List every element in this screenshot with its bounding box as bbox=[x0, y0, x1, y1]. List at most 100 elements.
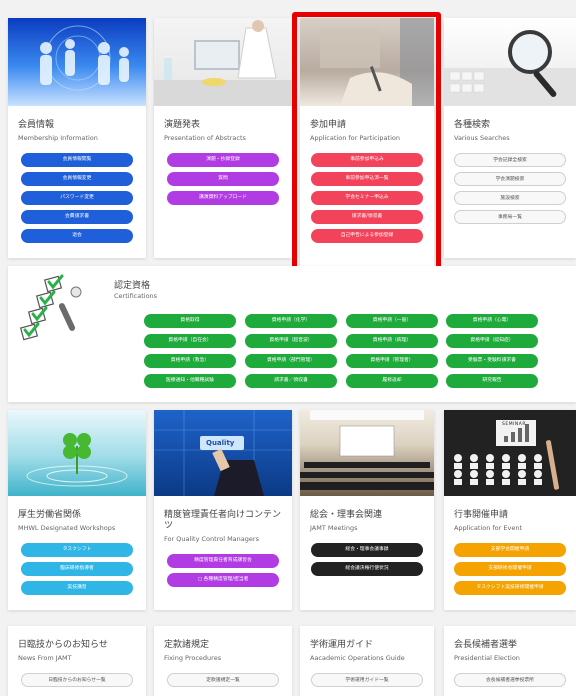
checklist-icon bbox=[19, 274, 82, 341]
quality-subtitle: For Quality Control Managers bbox=[164, 535, 259, 543]
academic-guide-list-button[interactable]: 学術運用ガイド一覧 bbox=[311, 673, 423, 687]
news-subtitle: News From JAMT bbox=[18, 654, 72, 662]
mhwl-title: 厚生労働省関係 bbox=[18, 510, 82, 520]
quality-image: Quality bbox=[154, 410, 292, 496]
certifications-title: 認定資格 bbox=[114, 281, 151, 291]
election-ballot-button[interactable]: 会長候補者選挙投票所 bbox=[454, 673, 566, 687]
mhwl-subtitle: MHWL Designated Workshops bbox=[18, 524, 116, 532]
quality-card: Quality 精度管理責任者向けコンテンツ For Quality Contr… bbox=[154, 410, 292, 610]
cert-button-10[interactable]: 資格申請（部門管理） bbox=[245, 354, 337, 368]
news-list-button[interactable]: 日臨技からのお知らせ一覧 bbox=[21, 673, 133, 687]
quality-image-label: Quality bbox=[206, 439, 235, 447]
quality-buttons: 精度管理責任者育成講習会 ▢ 各種精度管理/担当者 bbox=[154, 544, 292, 587]
qc-personnel-button[interactable]: ▢ 各種精度管理/担当者 bbox=[167, 573, 279, 587]
abstracts-card: 演題発表 Presentation of Abstracts 演題・抄録登録 質… bbox=[154, 18, 292, 258]
cert-button-7[interactable]: 資格申請（病理） bbox=[346, 334, 438, 348]
academic-title: 学術運用ガイド bbox=[310, 640, 374, 650]
abstract-search-button[interactable]: 学会演題検索 bbox=[454, 172, 566, 186]
abstracts-image bbox=[154, 18, 292, 106]
records-search-button[interactable]: 学会記録全検索 bbox=[454, 153, 566, 167]
meetings-buttons: 総会・理事会議事録 総会議決権行使状況 bbox=[300, 533, 434, 576]
election-buttons: 会長候補者選挙投票所 bbox=[444, 663, 576, 687]
election-subtitle: Presidential Election bbox=[454, 654, 520, 662]
branch-conference-button[interactable]: 支部学会開催申請 bbox=[454, 543, 566, 557]
certifications-subtitle: Certifications bbox=[114, 292, 158, 300]
meetings-title: 総会・理事会関連 bbox=[310, 510, 383, 520]
fixing-title: 定款諸規定 bbox=[164, 640, 210, 650]
search-subtitle: Various Searches bbox=[454, 134, 510, 142]
fixing-subtitle: Fixing Procedures bbox=[164, 654, 222, 662]
membership-card: 会員情報 Membership Information 会員情報閲覧 会員情報変… bbox=[8, 18, 146, 258]
mhwl-buttons: タスクシフト 臨床研修指導者 実技講習 bbox=[8, 533, 146, 595]
news-title: 日臨技からのお知らせ bbox=[18, 640, 108, 650]
event-title: 行事開催申請 bbox=[454, 510, 509, 520]
search-buttons: 学会記録全検索 学会演題検索 施設検索 事務局一覧 bbox=[444, 143, 576, 224]
abstracts-buttons: 演題・抄録登録 質問 講演資料アップロード bbox=[154, 143, 292, 205]
withdraw-button[interactable]: 退会 bbox=[21, 229, 133, 243]
abstract-register-button[interactable]: 演題・抄録登録 bbox=[167, 153, 279, 167]
fixing-card: 定款諸規定 Fixing Procedures 定款諸規定一覧 bbox=[154, 626, 292, 696]
search-card: 各種検索 Various Searches 学会記録全検索 学会演題検索 施設検… bbox=[444, 18, 576, 258]
membership-subtitle: Membership Information bbox=[18, 134, 98, 142]
cert-button-4[interactable]: 資格申請（心電） bbox=[446, 314, 538, 328]
cert-button-15[interactable]: 履修返却 bbox=[346, 374, 438, 388]
event-buttons: 支部学会開催申請 支部研修会開催申請 タスクシフト実技研修開催申請 bbox=[444, 533, 576, 595]
office-list-button[interactable]: 事務局一覧 bbox=[454, 210, 566, 224]
meetings-subtitle: JAMT Meetings bbox=[310, 524, 358, 532]
cert-button-9[interactable]: 資格申請（救急） bbox=[144, 354, 236, 368]
clinical-instructor-button[interactable]: 臨床研修指導者 bbox=[21, 562, 133, 576]
password-change-button[interactable]: パスワード変更 bbox=[21, 191, 133, 205]
qc-manager-course-button[interactable]: 精度管理責任者育成講習会 bbox=[167, 554, 279, 568]
membership-title: 会員情報 bbox=[18, 120, 55, 130]
cert-button-1[interactable]: 資格取得 bbox=[144, 314, 236, 328]
branch-workshop-button[interactable]: 支部研修会開催申請 bbox=[454, 562, 566, 576]
cert-button-2[interactable]: 資格申請（化学） bbox=[245, 314, 337, 328]
academic-card: 学術運用ガイド Aacademic Operations Guide 学術運用ガ… bbox=[300, 626, 434, 696]
meetings-card: 総会・理事会関連 JAMT Meetings 総会・理事会議事録 総会議決権行使… bbox=[300, 410, 434, 610]
question-button[interactable]: 質問 bbox=[167, 172, 279, 186]
event-image-label: SEMINAR bbox=[502, 422, 526, 427]
election-card: 会長候補者選挙 Presidential Election 会長候補者選挙投票所 bbox=[444, 626, 576, 696]
abstracts-subtitle: Presentation of Abstracts bbox=[164, 134, 246, 142]
event-subtitle: Application for Event bbox=[454, 524, 523, 532]
membership-image bbox=[8, 18, 146, 106]
election-title: 会長候補者選挙 bbox=[454, 640, 518, 650]
highlight-frame bbox=[292, 12, 441, 276]
cert-button-14[interactable]: 請求書／領収書 bbox=[245, 374, 337, 388]
news-card: 日臨技からのお知らせ News From JAMT 日臨技からのお知らせ一覧 bbox=[8, 626, 146, 696]
academic-buttons: 学術運用ガイド一覧 bbox=[300, 663, 434, 687]
event-image: SEMINAR bbox=[444, 410, 576, 496]
mhwl-card: 厚生労働省関係 MHWL Designated Workshops タスクシフト… bbox=[8, 410, 146, 610]
qc-personnel-label: 各種精度管理/担当者 bbox=[203, 577, 249, 582]
membership-buttons: 会員情報閲覧 会員情報変更 パスワード変更 会費請求書 退会 bbox=[8, 143, 146, 243]
task-shift-training-button[interactable]: タスクシフト実技研修開催申請 bbox=[454, 581, 566, 595]
fee-invoice-button[interactable]: 会費請求書 bbox=[21, 210, 133, 224]
facility-search-button[interactable]: 施設検索 bbox=[454, 191, 566, 205]
slides-upload-button[interactable]: 講演資料アップロード bbox=[167, 191, 279, 205]
event-card: SEMINAR 行事開催申請 Application for Event 支部学… bbox=[444, 410, 576, 610]
cert-button-12[interactable]: 受験票・受験料請求書 bbox=[446, 354, 538, 368]
membership-view-button[interactable]: 会員情報閲覧 bbox=[21, 153, 133, 167]
cert-button-3[interactable]: 資格申請（一般） bbox=[346, 314, 438, 328]
quality-title: 精度管理責任者向けコンテンツ bbox=[164, 510, 282, 531]
cert-button-16[interactable]: 研究報告 bbox=[446, 374, 538, 388]
fixing-buttons: 定款諸規定一覧 bbox=[154, 663, 292, 687]
mhwl-image bbox=[8, 410, 146, 496]
search-image bbox=[444, 18, 576, 106]
cert-button-11[interactable]: 資格申請（管理者） bbox=[346, 354, 438, 368]
certifications-card: 認定資格 Certifications 資格取得 資格申請（化学） 資格申請（一… bbox=[8, 266, 576, 402]
membership-edit-button[interactable]: 会員情報変更 bbox=[21, 172, 133, 186]
meetings-image bbox=[300, 410, 434, 496]
practical-training-button[interactable]: 実技講習 bbox=[21, 581, 133, 595]
abstracts-title: 演題発表 bbox=[164, 120, 201, 130]
news-buttons: 日臨技からのお知らせ一覧 bbox=[8, 663, 146, 687]
cert-button-6[interactable]: 資格申請（超音波） bbox=[245, 334, 337, 348]
voting-status-button[interactable]: 総会議決権行使状況 bbox=[311, 562, 423, 576]
procedures-list-button[interactable]: 定款諸規定一覧 bbox=[167, 673, 279, 687]
cert-button-13[interactable]: 医療通知・他職種試験 bbox=[144, 374, 236, 388]
search-title: 各種検索 bbox=[454, 120, 491, 130]
meeting-minutes-button[interactable]: 総会・理事会議事録 bbox=[311, 543, 423, 557]
cert-button-5[interactable]: 資格申請（自在会） bbox=[144, 334, 236, 348]
task-shift-button[interactable]: タスクシフト bbox=[21, 543, 133, 557]
cert-button-8[interactable]: 資格申請（認知症） bbox=[446, 334, 538, 348]
